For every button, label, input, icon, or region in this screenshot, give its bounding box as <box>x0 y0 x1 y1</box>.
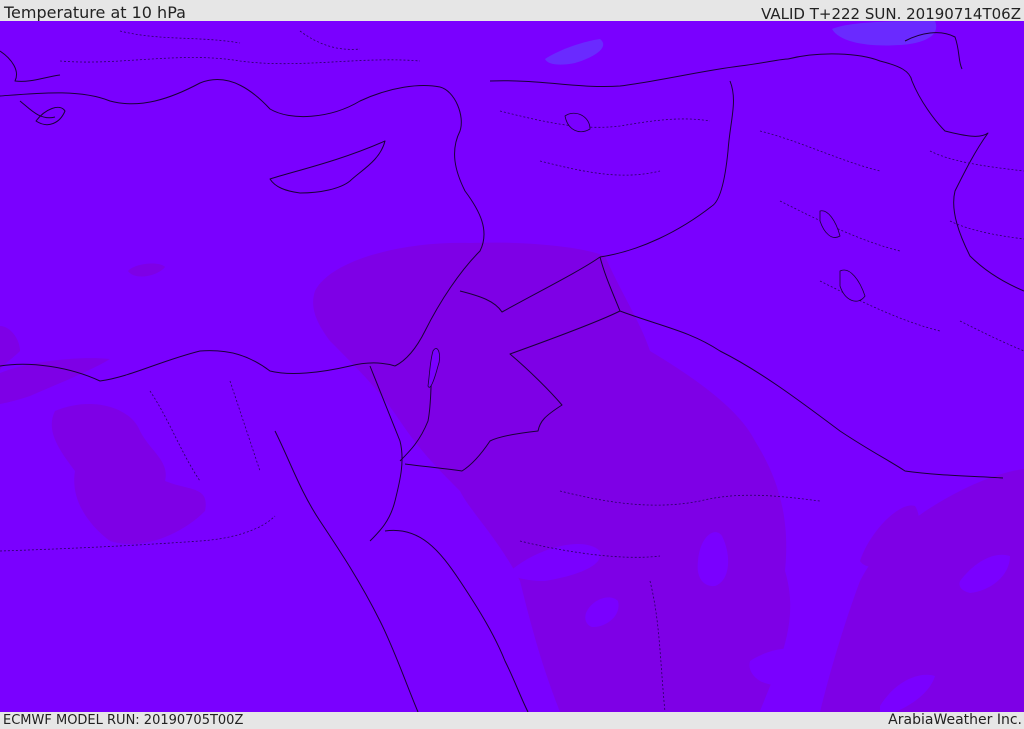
map-area[interactable] <box>0 21 1024 712</box>
header-bar: Temperature at 10 hPa VALID T+222 SUN. 2… <box>0 0 1024 23</box>
weather-map-frame: Temperature at 10 hPa VALID T+222 SUN. 2… <box>0 0 1024 729</box>
credit-label: ArabiaWeather Inc. <box>888 712 1022 728</box>
map-title: Temperature at 10 hPa <box>4 3 186 22</box>
model-run-label: ECMWF MODEL RUN: 20190705T00Z <box>3 713 244 728</box>
map-canvas <box>0 21 1024 712</box>
footer-bar: ECMWF MODEL RUN: 20190705T00Z ArabiaWeat… <box>0 712 1024 729</box>
